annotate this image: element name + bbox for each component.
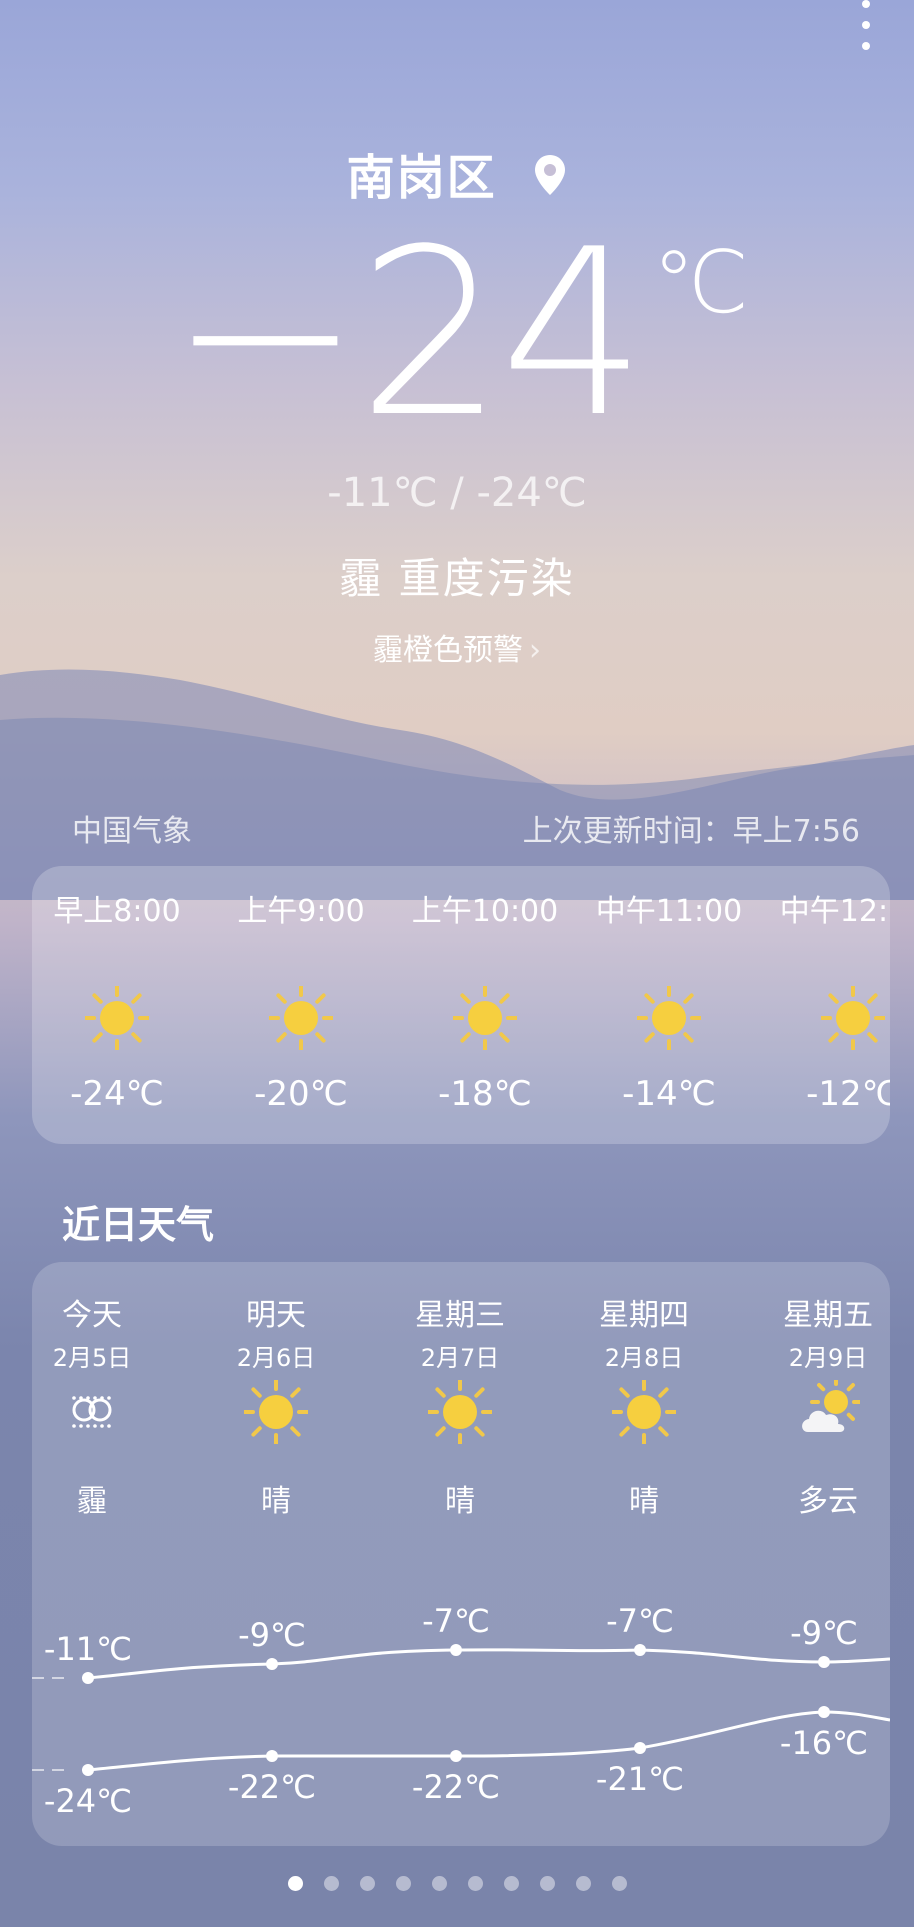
high-temp-label: -11℃ — [44, 1630, 132, 1668]
low-temp-point — [634, 1742, 646, 1754]
hourly-time: 上午10:00 — [411, 894, 559, 929]
low-temp-point — [82, 1764, 94, 1776]
high-temp-point — [818, 1656, 830, 1668]
weather-condition: 霾 重度污染 — [339, 554, 575, 603]
high-temp-point — [266, 1658, 278, 1670]
daily-forecast-panel[interactable]: 今天 2月5日霾 明天 2月6日晴 星期三 2月7日晴 星期四 2月8日晴 星期五 2月9… — [32, 1262, 890, 1846]
hourly-temp: -18℃ — [438, 1074, 532, 1114]
low-temp-line — [87, 1710, 890, 1772]
low-temp-label: -24℃ — [44, 1782, 132, 1820]
page-dot[interactable] — [287, 1876, 303, 1891]
temperature-trend-chart: -11℃ -9℃ -7℃ -7℃ -9℃ -24℃ -22℃ -22℃ -21℃… — [32, 1602, 890, 1820]
sun-icon — [821, 986, 885, 1050]
sun-icon — [85, 986, 149, 1050]
mountain-background — [0, 669, 914, 900]
high-temp-label: -9℃ — [238, 1616, 306, 1654]
high-temp-point — [450, 1644, 462, 1656]
page-dot[interactable] — [395, 1876, 411, 1891]
location-name: 南岗区 — [346, 150, 497, 206]
current-temp-unit: ℃ — [652, 233, 749, 333]
hourly-temp: -20℃ — [254, 1074, 348, 1114]
alert-label: 霾橙色预警 — [373, 633, 523, 668]
high-temp-line — [87, 1648, 890, 1680]
low-temp-label: -22℃ — [228, 1768, 316, 1806]
low-temp-point — [266, 1750, 278, 1762]
page-indicator[interactable] — [0, 1876, 914, 1891]
hourly-temp: -24℃ — [70, 1074, 164, 1114]
more-menu-icon[interactable] — [860, 0, 872, 50]
page-dot[interactable] — [575, 1876, 591, 1891]
high-low-temperature: -11℃ / -24℃ — [327, 470, 587, 516]
low-temp-label: -22℃ — [412, 1768, 500, 1806]
chevron-right-icon: › — [529, 633, 541, 668]
sun-icon — [269, 986, 333, 1050]
hourly-time: 上午9:00 — [237, 894, 365, 929]
hourly-time: 中午12:00 — [779, 894, 890, 929]
hourly-time: 早上8:00 — [53, 894, 181, 929]
high-temp-label: -9℃ — [790, 1614, 858, 1652]
page-dot[interactable] — [359, 1876, 375, 1891]
page-dot[interactable] — [467, 1876, 483, 1891]
high-temp-label: -7℃ — [606, 1602, 674, 1640]
page-dot[interactable] — [611, 1876, 627, 1891]
low-temp-label: -21℃ — [596, 1760, 684, 1798]
sun-icon — [453, 986, 517, 1050]
page-dot[interactable] — [323, 1876, 339, 1891]
data-source-label: 中国气象 — [72, 814, 192, 849]
daily-section-title: 近日天气 — [62, 1203, 215, 1247]
current-temp-value: −24 — [169, 201, 646, 468]
weather-alert-link[interactable]: 霾橙色预警 › — [0, 625, 914, 669]
hourly-forecast-panel[interactable]: 早上8:00 -24℃ 上午9:00 -20℃ 上午10:00 -18℃ 中午11:0… — [32, 866, 890, 1144]
high-temp-point — [634, 1644, 646, 1656]
page-dot[interactable] — [503, 1876, 519, 1891]
hourly-time: 中午11:00 — [595, 894, 743, 929]
high-temp-point — [82, 1672, 94, 1684]
last-updated-label: 上次更新时间：早上7:56 — [522, 814, 860, 849]
low-temp-point — [818, 1706, 830, 1718]
hourly-temp: -12℃ — [806, 1074, 890, 1114]
low-temp-label: -16℃ — [780, 1724, 868, 1762]
current-temperature: −24 ℃ — [0, 220, 914, 450]
high-temp-label: -7℃ — [422, 1602, 490, 1640]
location-header[interactable]: 南岗区 — [0, 138, 914, 209]
page-dot[interactable] — [431, 1876, 447, 1891]
page-dot[interactable] — [539, 1876, 555, 1891]
low-temp-point — [450, 1750, 462, 1762]
sun-icon — [637, 986, 701, 1050]
hourly-temp: -14℃ — [622, 1074, 716, 1114]
